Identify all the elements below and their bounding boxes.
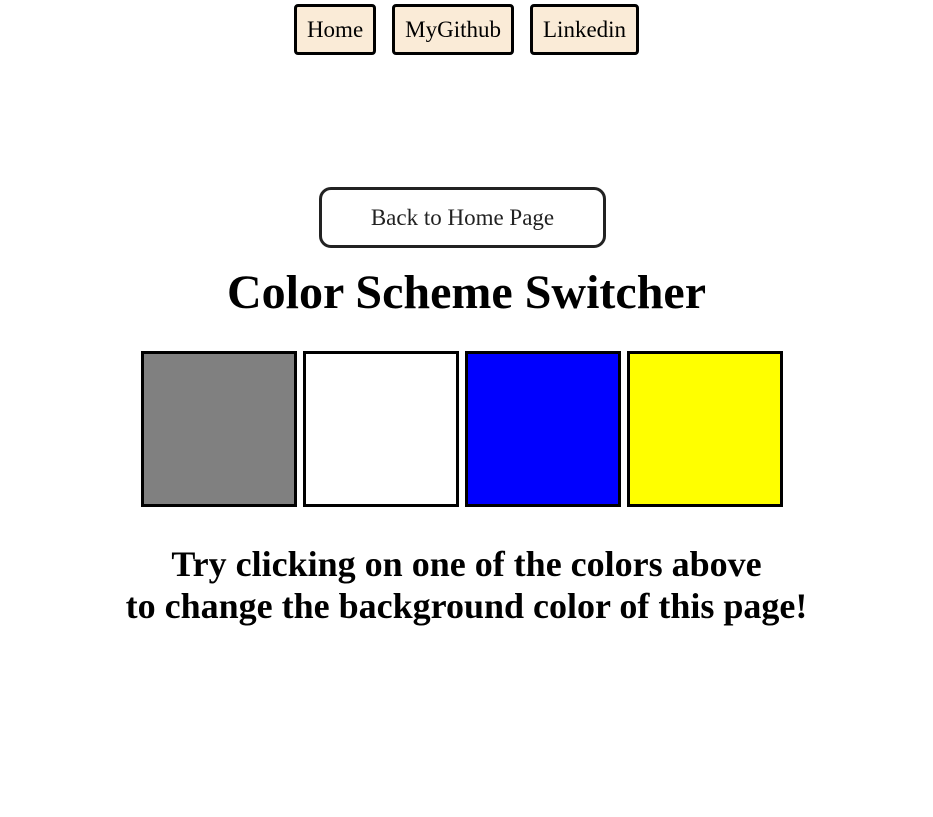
nav-link-linkedin[interactable]: Linkedin xyxy=(530,4,640,55)
color-swatch-yellow[interactable] xyxy=(627,351,783,507)
color-swatch-grey[interactable] xyxy=(141,351,297,507)
nav-link-home[interactable]: Home xyxy=(293,4,377,55)
color-swatch-white[interactable] xyxy=(303,351,459,507)
page-title: Color Scheme Switcher xyxy=(226,266,706,319)
instructions-line-2: to change the background color of this p… xyxy=(125,586,808,626)
back-to-home-button[interactable]: Back to Home Page xyxy=(319,187,606,248)
nav-link-mygithub[interactable]: MyGithub xyxy=(392,4,514,55)
color-swatch-row xyxy=(141,351,783,507)
color-swatch-blue[interactable] xyxy=(465,351,621,507)
instructions-line-1: Try clicking on one of the colors above xyxy=(171,544,762,584)
top-nav: Home MyGithub Linkedin xyxy=(0,4,933,55)
instructions-text: Try clicking on one of the colors above … xyxy=(0,543,933,627)
